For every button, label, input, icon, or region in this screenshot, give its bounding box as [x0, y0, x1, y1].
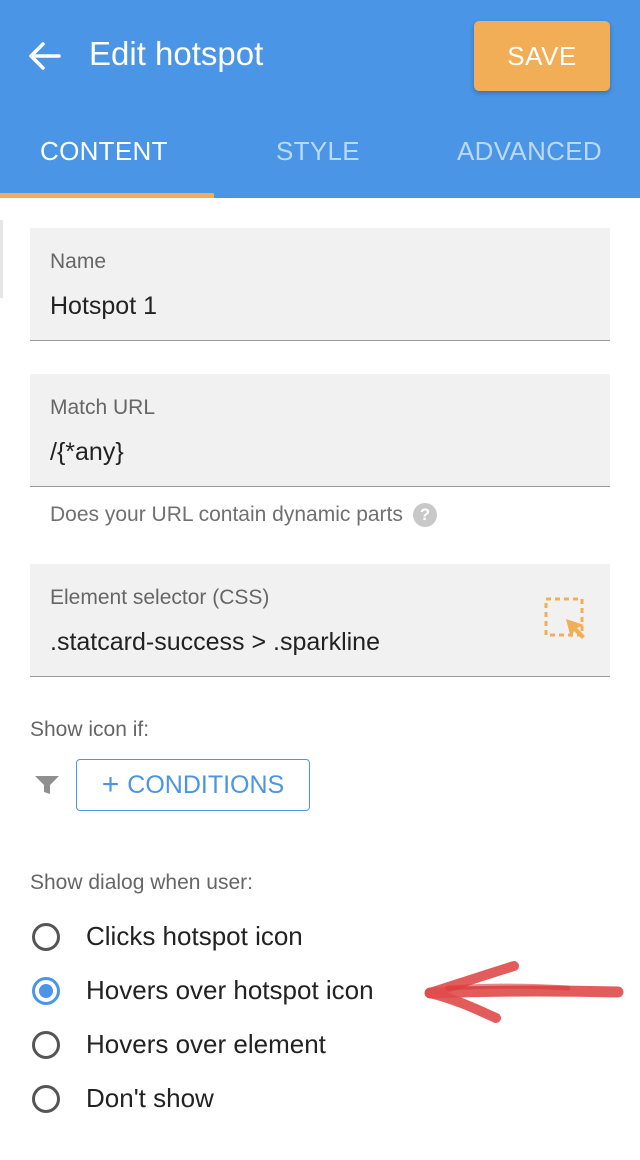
match-url-label: Match URL	[50, 396, 156, 419]
selector-label: Element selector (CSS)	[50, 586, 270, 609]
side-edge	[0, 220, 3, 298]
add-conditions-button[interactable]: + CONDITIONS	[76, 759, 310, 811]
tab-style[interactable]: STYLE	[276, 136, 360, 167]
show-dialog-label: Show dialog when user:	[30, 871, 253, 894]
radio-label: Clicks hotspot icon	[86, 921, 303, 951]
radio-label: Hovers over element	[86, 1029, 326, 1059]
name-field-value[interactable]: Hotspot 1	[50, 292, 157, 321]
radio-option-dont-show[interactable]: Don't show	[32, 1083, 214, 1114]
name-field-label: Name	[50, 250, 107, 273]
tab-advanced[interactable]: ADVANCED	[457, 136, 602, 167]
radio-option-hovers-element[interactable]: Hovers over element	[32, 1029, 326, 1060]
save-button[interactable]: SAVE	[474, 21, 610, 91]
show-icon-label: Show icon if:	[30, 718, 150, 741]
radio-button[interactable]	[32, 1084, 60, 1113]
radio-option-clicks-icon[interactable]: Clicks hotspot icon	[32, 921, 303, 952]
selector-value[interactable]: .statcard-success > .sparkline	[50, 628, 380, 657]
selector-field[interactable]: Element selector (CSS) .statcard-success…	[30, 564, 610, 677]
conditions-button-label: CONDITIONS	[127, 770, 285, 799]
radio-label: Hovers over hotspot icon	[86, 975, 374, 1005]
radio-button[interactable]	[32, 1030, 60, 1059]
radio-option-hovers-icon[interactable]: Hovers over hotspot icon	[32, 975, 374, 1006]
match-url-value[interactable]: /{*any}	[50, 438, 124, 467]
back-arrow-icon[interactable]	[26, 38, 62, 74]
help-icon[interactable]: ?	[412, 503, 437, 527]
filter-icon	[35, 776, 59, 794]
radio-label: Don't show	[86, 1083, 214, 1113]
active-tab-indicator	[0, 193, 214, 198]
tab-content[interactable]: CONTENT	[40, 136, 168, 167]
name-field[interactable]: Name Hotspot 1	[30, 228, 610, 341]
radio-button-selected[interactable]	[32, 976, 60, 1005]
red-arrow-annotation-icon	[424, 961, 624, 1023]
plus-icon: +	[101, 768, 120, 801]
app-header: Edit hotspot SAVE CONTENT STYLE ADVANCED	[0, 0, 640, 198]
page-title: Edit hotspot	[89, 35, 264, 72]
element-picker-icon[interactable]	[544, 597, 590, 643]
dynamic-url-hint: Does your URL contain dynamic parts ?	[50, 503, 437, 527]
dynamic-url-hint-text: Does your URL contain dynamic parts	[50, 503, 403, 526]
radio-button[interactable]	[32, 922, 60, 951]
match-url-field[interactable]: Match URL /{*any}	[30, 374, 610, 487]
